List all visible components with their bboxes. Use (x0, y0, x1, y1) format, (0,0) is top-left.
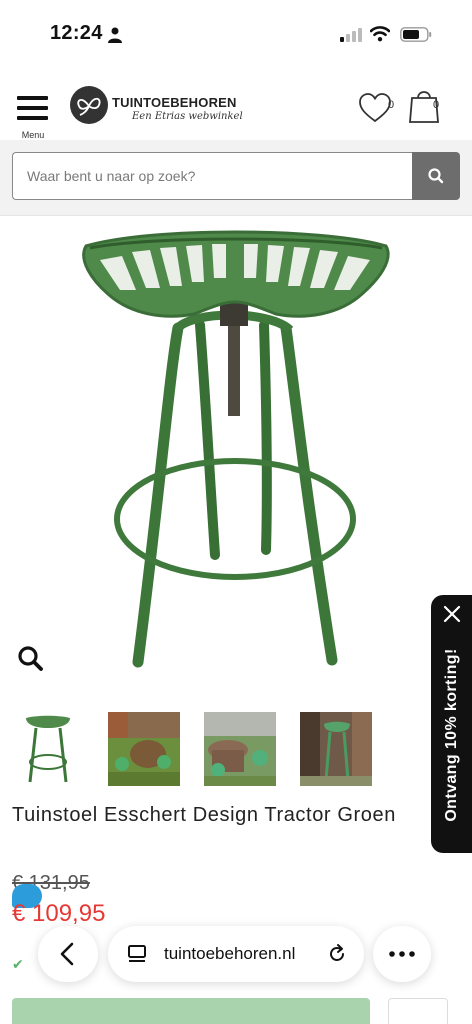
menu-icon (17, 96, 48, 100)
url-text: tuintoebehoren.nl (164, 944, 296, 963)
page-menu-icon (128, 945, 146, 962)
thumbnail-gallery (12, 712, 382, 788)
wifi-icon (370, 26, 390, 42)
thumbnail-image (300, 712, 372, 786)
cart-button[interactable]: 0 (408, 86, 454, 128)
thumbnail-image (204, 712, 276, 786)
zoom-icon[interactable] (16, 644, 44, 672)
discount-promo-tab[interactable]: Ontvang 10% korting! (431, 595, 472, 853)
search-button[interactable] (412, 152, 460, 200)
reload-icon[interactable] (326, 943, 348, 965)
site-logo[interactable]: TUINTOEBEHOREN Een Etrias webwinkel (70, 86, 270, 126)
thumbnail-1[interactable] (12, 712, 84, 786)
leaf-icon (77, 97, 101, 116)
browser-toolbar: tuintoebehoren.nl (0, 920, 472, 990)
wishlist-button[interactable]: 0 (356, 88, 402, 128)
heart-icon (359, 93, 391, 123)
menu-icon-bar (17, 106, 48, 110)
logo-mark (70, 86, 108, 124)
cart-count: 0 (433, 99, 440, 111)
thumbnail-4[interactable] (300, 712, 372, 786)
menu-label: Menu (21, 130, 45, 140)
person-icon (108, 27, 122, 43)
promo-label: Ontvang 10% korting! (443, 648, 460, 822)
chevron-left-icon (60, 942, 74, 966)
thumbnail-2[interactable] (108, 712, 180, 786)
wishlist-add-button[interactable] (388, 998, 448, 1024)
status-bar: 12:24 (0, 0, 472, 70)
thumbnail-image (108, 712, 180, 786)
menu-icon-bar (17, 116, 48, 120)
tractor-stool-image (82, 230, 390, 668)
menu-button[interactable]: Menu (14, 86, 52, 140)
logo-title: TUINTOEBEHOREN (112, 95, 237, 110)
search-input[interactable] (12, 152, 413, 200)
logo-subtitle: Een Etrias webwinkel (132, 111, 243, 122)
ellipsis-icon (389, 951, 415, 957)
thumbnail-3[interactable] (204, 712, 276, 786)
address-bar[interactable]: tuintoebehoren.nl (108, 926, 364, 982)
signal-icon (340, 28, 362, 42)
add-to-cart-button[interactable] (12, 998, 370, 1024)
site-header: Menu TUINTOEBEHOREN Een Etrias webwinkel… (0, 78, 472, 140)
search-bar (0, 140, 472, 216)
search-icon (428, 168, 444, 184)
status-time: 12:24 (50, 22, 103, 44)
close-icon[interactable] (442, 604, 462, 624)
more-options-button[interactable] (373, 926, 431, 982)
product-title: Tuinstoel Esschert Design Tractor Groen (12, 804, 396, 826)
thumbnail-image (12, 712, 84, 786)
back-button[interactable] (38, 926, 98, 982)
battery-icon (400, 27, 432, 42)
wishlist-count: 0 (388, 99, 395, 111)
product-main-image[interactable] (60, 230, 410, 675)
